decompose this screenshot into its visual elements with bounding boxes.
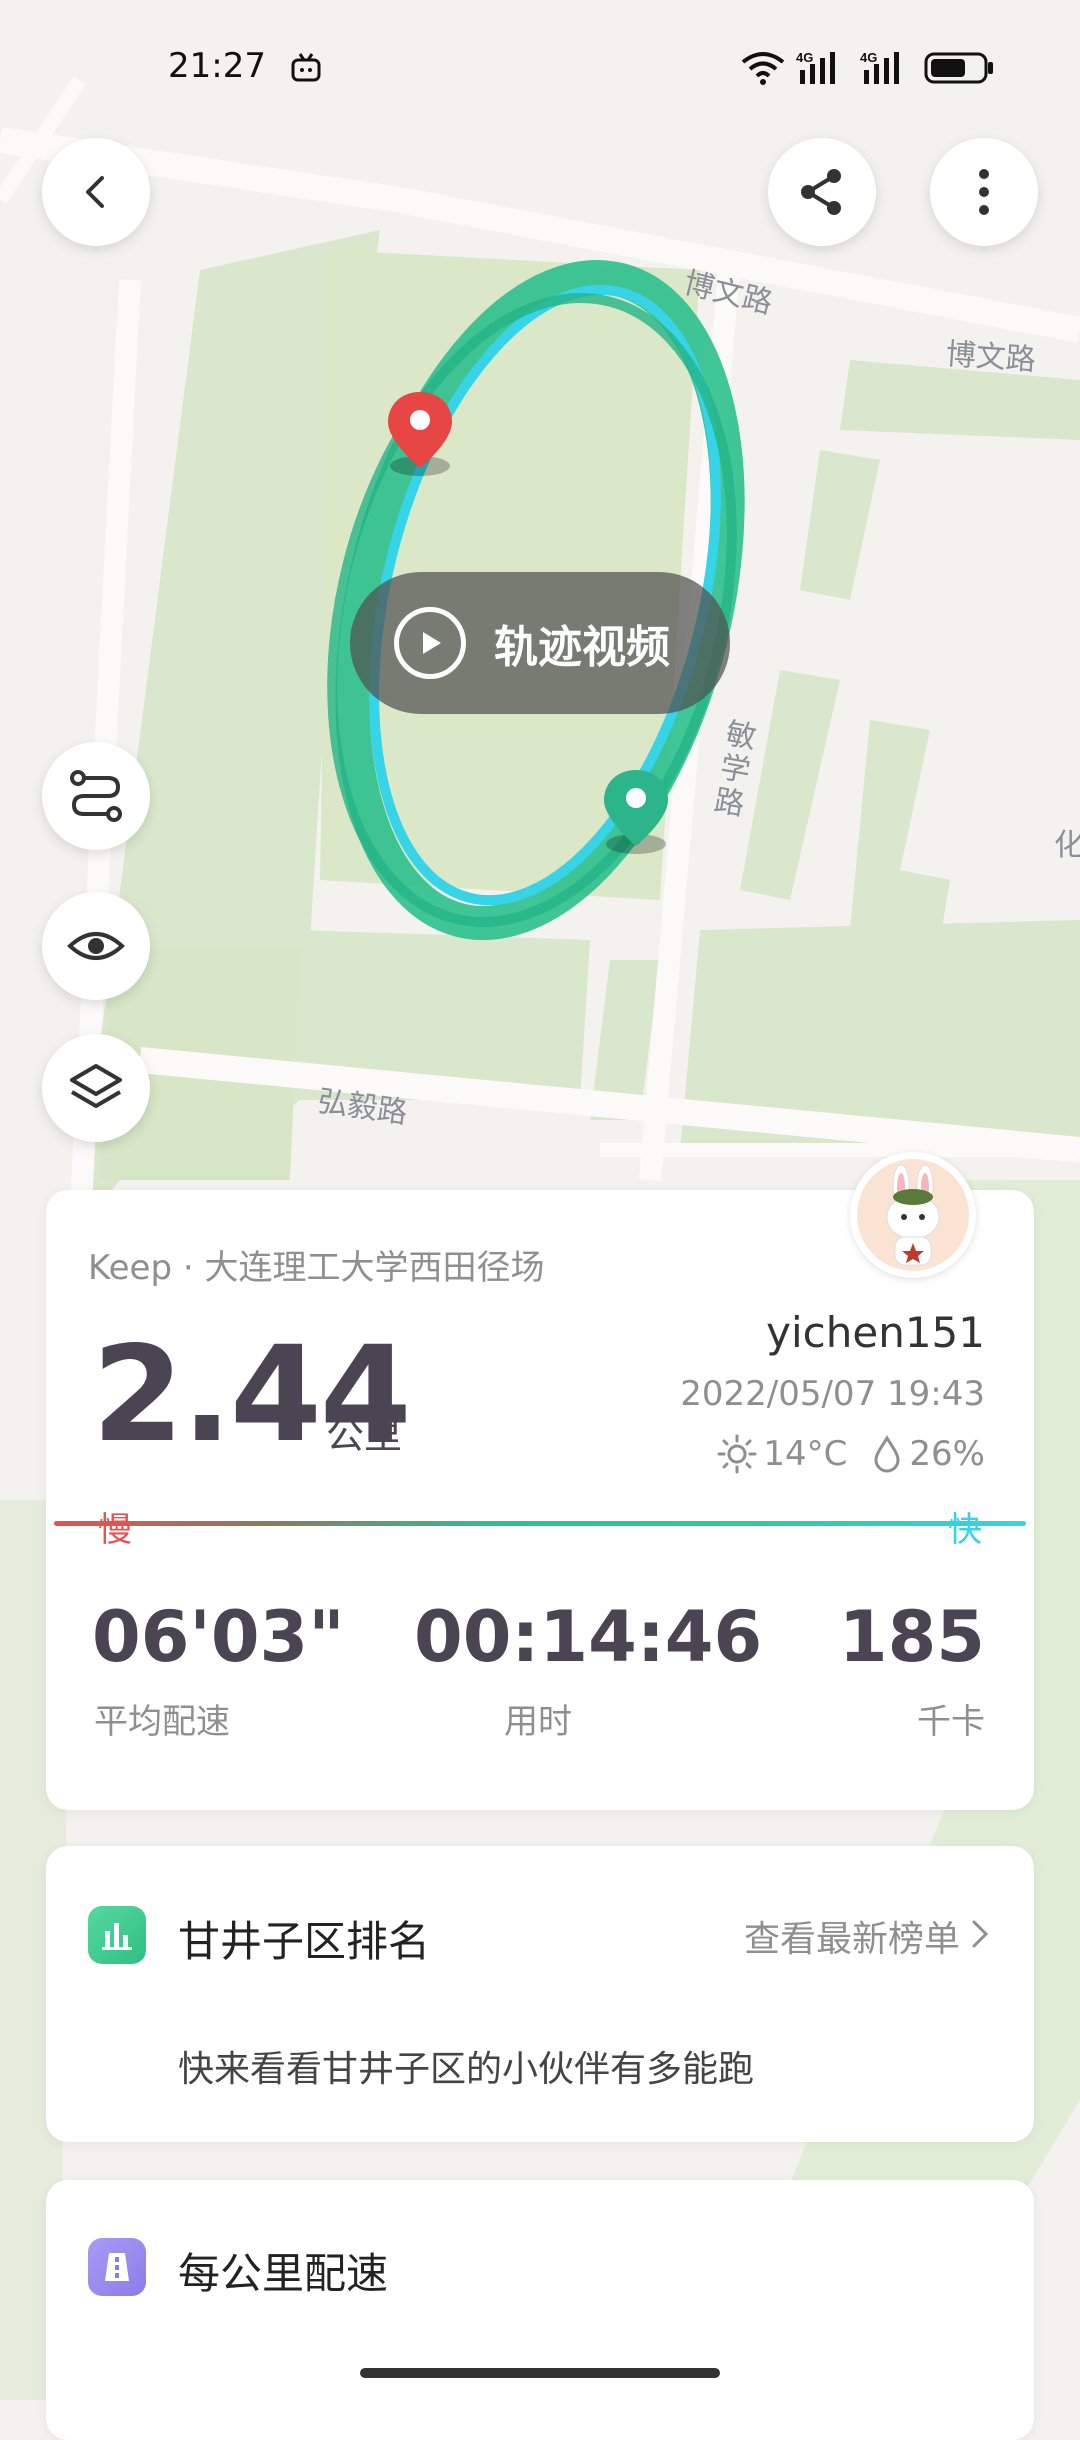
ranking-card[interactable] xyxy=(46,1846,1034,2142)
slow-label: 慢 xyxy=(98,1510,132,1550)
share-icon xyxy=(801,169,841,215)
play-icon xyxy=(394,607,466,679)
layers-icon xyxy=(70,1064,122,1108)
eye-icon xyxy=(67,932,125,960)
avatar[interactable] xyxy=(850,1152,976,1278)
avg-pace-label: 平均配速 xyxy=(94,1702,230,1742)
run-datetime: 2022/05/07 19:43 xyxy=(680,1374,985,1414)
username: yichen151 xyxy=(766,1308,985,1357)
ranking-description: 快来看看甘井子区的小伙伴有多能跑 xyxy=(178,2049,755,2090)
ranking-chart-icon xyxy=(88,1906,146,1964)
road-label-hua: 化 xyxy=(1054,828,1080,863)
share-button[interactable] xyxy=(768,138,876,246)
route-toggle-button[interactable] xyxy=(42,742,150,850)
duration-value: 00:14:46 xyxy=(414,1596,763,1678)
humidity-drop-icon xyxy=(874,1435,900,1473)
route-icon xyxy=(70,770,122,822)
battery-icon xyxy=(924,52,993,84)
visibility-button[interactable] xyxy=(42,892,150,1000)
run-source-label: Keep · 大连理工大学西田径场 xyxy=(88,1248,545,1288)
duration-label: 用时 xyxy=(504,1702,572,1742)
distance-unit: 公里 xyxy=(326,1413,403,1457)
road-label-bowen-2: 博文路 xyxy=(944,336,1037,379)
calories-label: 千卡 xyxy=(917,1702,985,1742)
status-time: 21:27 xyxy=(168,46,266,86)
pace-per-km-title: 每公里配速 xyxy=(178,2249,389,2298)
temperature: 14°C xyxy=(763,1434,848,1474)
ranking-title: 甘井子区排名 xyxy=(178,1917,431,1966)
wifi-icon xyxy=(741,52,785,85)
calories-value: 185 xyxy=(838,1596,985,1678)
sun-icon xyxy=(717,1434,757,1474)
map-layers-button[interactable] xyxy=(42,1034,150,1142)
pace-gradient-bar xyxy=(54,1521,1026,1526)
pace-per-km-card[interactable] xyxy=(46,2180,1034,2440)
back-arrow-icon xyxy=(86,176,104,208)
more-button[interactable] xyxy=(930,138,1038,246)
pace-road-icon xyxy=(88,2238,146,2296)
more-vertical-icon xyxy=(979,169,989,215)
svg-text:4G: 4G xyxy=(796,50,813,65)
end-pin-icon xyxy=(604,770,668,854)
weather-info: 14°C 26% xyxy=(717,1434,985,1474)
start-pin-icon xyxy=(388,392,452,476)
home-indicator[interactable] xyxy=(360,2368,720,2378)
signal-4g-icon: 4G xyxy=(796,50,835,84)
signal-4g-icon-2: 4G xyxy=(860,50,899,84)
rabbit-avatar-icon xyxy=(857,1159,969,1271)
svg-text:4G: 4G xyxy=(860,50,877,65)
avg-pace-value: 06'03" xyxy=(92,1596,345,1678)
humidity: 26% xyxy=(909,1434,985,1474)
track-video-label: 轨迹视频 xyxy=(494,622,670,673)
fast-label: 快 xyxy=(948,1510,982,1550)
back-button[interactable] xyxy=(42,138,150,246)
track-video-button[interactable]: 轨迹视频 xyxy=(350,572,730,714)
status-bar: 21:27 4G 4G xyxy=(0,0,1080,130)
view-leaderboard-link[interactable]: 查看最新榜单 xyxy=(744,1910,960,1962)
tv-icon xyxy=(291,53,321,82)
chevron-right-icon[interactable] xyxy=(966,1916,992,1952)
